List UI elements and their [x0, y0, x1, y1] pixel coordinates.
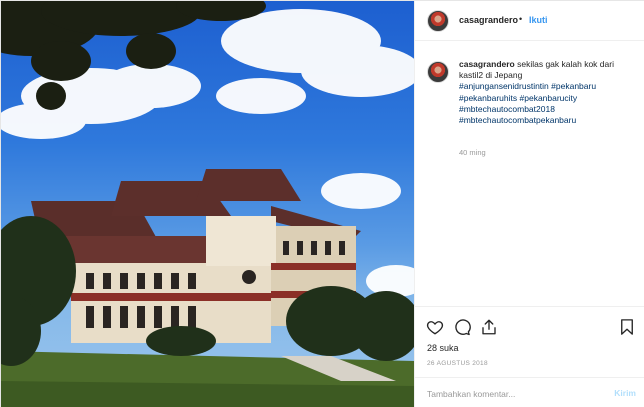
post-date: 26 AGUSTUS 2018: [427, 360, 488, 367]
caption-time-ago: 40 ming: [459, 148, 486, 157]
hashtag-link[interactable]: #anjungansenidrustintin: [459, 81, 549, 91]
comment-icon[interactable]: [453, 318, 471, 336]
comment-bar: Kirim: [415, 377, 644, 407]
caption: casagrandero sekilas gak kalah kok dari …: [459, 59, 639, 126]
heart-icon[interactable]: [426, 318, 444, 336]
action-bar: 28 suka 26 AGUSTUS 2018: [415, 306, 644, 376]
palace-photo-illustration: [1, 1, 414, 407]
header-username[interactable]: casagrandero: [459, 15, 518, 25]
caption-avatar[interactable]: [427, 61, 449, 83]
comment-input[interactable]: [427, 386, 597, 402]
instagram-post: casagrandero • Ikuti casagrandero sekila…: [0, 0, 644, 407]
like-count[interactable]: 28 suka: [427, 343, 459, 353]
separator-dot: •: [519, 14, 523, 24]
follow-button[interactable]: Ikuti: [529, 15, 548, 25]
hashtag-link[interactable]: #mbtechautocombatpekanbaru: [459, 115, 639, 126]
post-header: casagrandero • Ikuti: [415, 1, 644, 41]
hashtag-link[interactable]: #pekanbaruhits: [459, 93, 517, 103]
hashtag-link[interactable]: #pekanbaru: [551, 81, 596, 91]
caption-username[interactable]: casagrandero: [459, 59, 515, 69]
user-avatar[interactable]: [427, 10, 449, 32]
share-icon[interactable]: [480, 318, 498, 336]
bookmark-icon[interactable]: [618, 318, 636, 336]
post-photo[interactable]: [1, 1, 414, 407]
post-sidebar: casagrandero • Ikuti casagrandero sekila…: [414, 1, 644, 407]
post-comment-button[interactable]: Kirim: [614, 388, 636, 398]
hashtag-link[interactable]: #pekanbarucity: [520, 93, 578, 103]
hashtag-link[interactable]: #mbtechautocombat2018: [459, 104, 639, 115]
